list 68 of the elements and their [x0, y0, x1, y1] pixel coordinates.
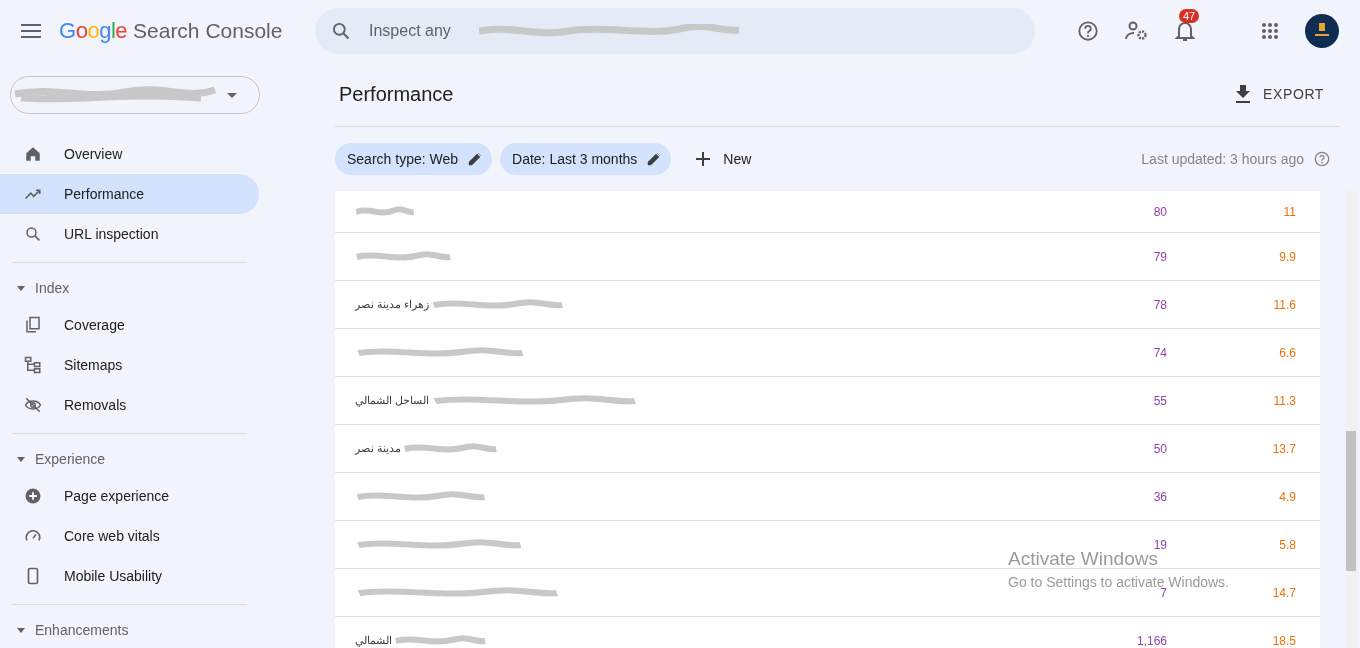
account-avatar[interactable] [1305, 14, 1339, 48]
dropdown-caret-icon [227, 92, 237, 98]
search-icon [331, 21, 351, 41]
nav-item[interactable]: Performance [0, 174, 259, 214]
help-icon[interactable] [1314, 151, 1330, 167]
redaction-scribble [355, 205, 415, 218]
position-cell: 6.6 [1279, 345, 1296, 360]
clicks-cell: 50 [1153, 441, 1167, 456]
search-bar[interactable]: Inspect any [315, 8, 1035, 54]
caret-icon [17, 627, 25, 633]
eye-off-icon [24, 396, 42, 414]
notification-badge: 47 [1179, 9, 1200, 23]
search-icon [24, 225, 42, 243]
caret-icon [17, 456, 25, 462]
home-icon [24, 145, 42, 163]
query-text: الساحل الشمالي [355, 394, 430, 407]
nav-item[interactable]: URL inspection [0, 214, 259, 254]
nav-item[interactable]: Removals [0, 385, 259, 425]
apps-grid-icon[interactable] [1261, 22, 1279, 40]
sitemap-icon [24, 356, 42, 374]
position-cell: 4.9 [1279, 489, 1296, 504]
position-cell: 14.7 [1272, 585, 1296, 600]
edit-icon [468, 152, 483, 166]
filter-chip[interactable]: Search type: Web [335, 143, 493, 175]
nav-item[interactable]: Page experience [0, 476, 259, 516]
section-header[interactable]: Enhancements [0, 613, 275, 647]
nav-item[interactable]: Core web vitals [0, 516, 259, 556]
clicks-cell: 80 [1153, 204, 1167, 219]
query-text: زهراء مدينة نصر [355, 298, 430, 311]
user-settings-icon[interactable] [1125, 20, 1149, 42]
caret-icon [17, 285, 25, 291]
nav-item[interactable]: Sitemaps [0, 345, 259, 385]
nav-item[interactable]: Mobile Usability [0, 556, 259, 596]
plus-circle-icon [24, 487, 42, 505]
export-button[interactable]: EXPORT [1229, 84, 1330, 104]
filter-chip[interactable]: Date: Last 3 months [500, 143, 672, 175]
new-filter-button[interactable]: New [689, 150, 758, 168]
pages-icon [24, 316, 42, 334]
position-cell: 11.3 [1273, 393, 1296, 408]
menu-icon[interactable] [21, 24, 41, 38]
position-cell: 5.8 [1279, 537, 1296, 552]
nav-item[interactable]: Overview [0, 134, 259, 174]
section-header[interactable]: Index [0, 271, 275, 305]
page-title: Performance [338, 82, 454, 106]
nav-item[interactable]: Coverage [0, 305, 259, 345]
last-updated-text: Last updated: 3 hours ago [1141, 151, 1304, 167]
help-icon[interactable] [1077, 20, 1099, 42]
product-name: Search Console [133, 19, 283, 43]
position-cell: 9.9 [1279, 249, 1296, 264]
section-header[interactable]: Experience [0, 442, 275, 476]
position-cell: 11 [1283, 204, 1296, 219]
plus-icon [695, 151, 712, 167]
clicks-cell: 79 [1153, 249, 1167, 264]
clicks-cell: 55 [1153, 393, 1167, 408]
clicks-cell: 74 [1153, 345, 1167, 360]
search-field[interactable]: Inspect any [367, 21, 471, 41]
position-cell: 11.6 [1273, 297, 1296, 312]
position-cell: 18.5 [1272, 633, 1296, 648]
clicks-cell: 1,166 [1136, 633, 1167, 648]
brand-logo: Google [59, 18, 127, 44]
clicks-cell: 36 [1153, 489, 1167, 504]
query-text: الشمالي [355, 634, 392, 647]
edit-icon [647, 152, 662, 166]
download-icon [1235, 85, 1252, 103]
scrollbar[interactable] [1345, 191, 1357, 648]
position-cell: 13.7 [1272, 441, 1296, 456]
query-text: مدينة نصر [355, 442, 402, 455]
clicks-cell: 78 [1153, 297, 1167, 312]
